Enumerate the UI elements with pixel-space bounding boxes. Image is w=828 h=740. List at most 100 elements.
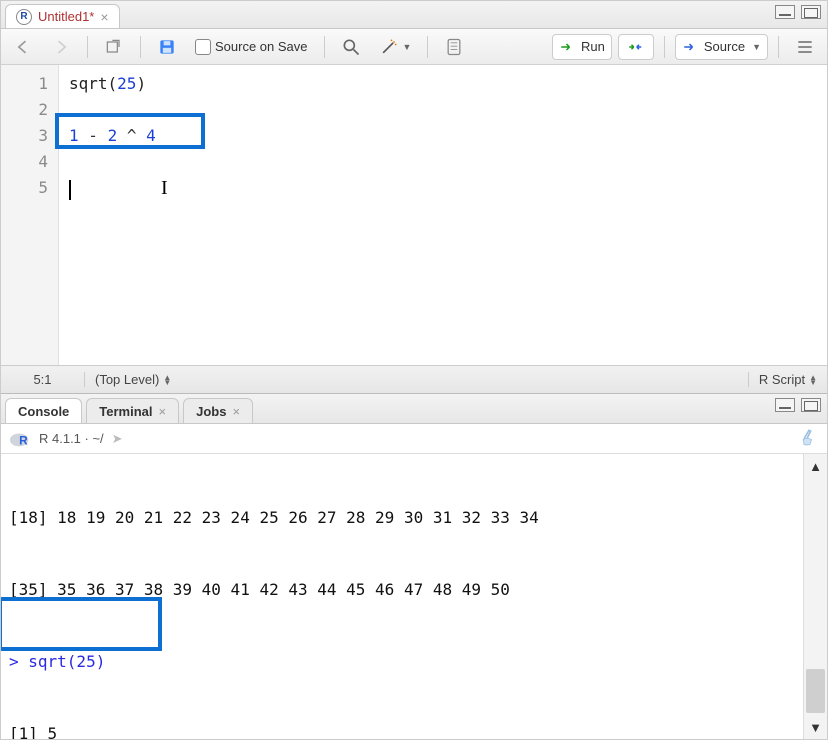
source-button[interactable]: Source ▼ — [675, 34, 768, 60]
r-file-icon: R — [16, 9, 32, 25]
line-number: 5 — [1, 175, 48, 201]
tab-label: Terminal — [99, 404, 152, 419]
close-icon[interactable]: × — [100, 10, 108, 24]
save-icon — [157, 37, 177, 57]
text-caret — [69, 180, 71, 200]
close-icon[interactable]: × — [159, 404, 167, 419]
tab-console[interactable]: Console — [5, 398, 82, 423]
send-to-source-icon[interactable]: ➤ — [112, 431, 123, 447]
outline-button[interactable] — [789, 34, 821, 60]
code-line: sqrt(25) — [69, 71, 827, 97]
ibeam-cursor-icon: I — [161, 175, 168, 201]
toolbar-separator — [324, 36, 325, 58]
console-info-text: R 4.1.1 · ~/ — [39, 431, 104, 446]
chevron-down-icon: ▼ — [403, 42, 412, 52]
code-token-num: 1 — [69, 126, 79, 145]
checkbox-icon — [195, 39, 211, 55]
code-line — [69, 149, 827, 175]
close-icon[interactable]: × — [232, 404, 240, 419]
editor-tab-title: Untitled1* — [38, 9, 94, 24]
find-button[interactable] — [335, 34, 367, 60]
editor-tab-untitled[interactable]: R Untitled1* × — [5, 4, 120, 28]
code-token-paren: ( — [108, 74, 118, 93]
editor-tabstrip: R Untitled1* × — [1, 1, 827, 29]
line-number: 3 — [1, 123, 48, 149]
code-token-fn: sqrt — [69, 74, 108, 93]
annotation-highlight — [1, 597, 162, 651]
chevron-down-icon: ▼ — [752, 42, 761, 52]
console-tabstrip: Console Terminal × Jobs × — [1, 394, 827, 424]
language-selector[interactable]: R Script ▲▼ — [748, 372, 827, 387]
nav-forward-button[interactable] — [45, 34, 77, 60]
scope-selector[interactable]: (Top Level) ▲▼ — [85, 372, 748, 387]
source-on-save-label: Source on Save — [215, 39, 308, 54]
sort-icon: ▲▼ — [163, 375, 171, 385]
toolbar-separator — [664, 36, 665, 58]
scroll-down-icon[interactable]: ▼ — [804, 715, 827, 739]
line-number: 2 — [1, 97, 48, 123]
console-line: > sqrt(25) — [9, 650, 795, 674]
save-button[interactable] — [151, 34, 183, 60]
code-token-op: ^ — [127, 126, 137, 145]
editor-toolbar: Source on Save ▼ Run Source ▼ — [1, 29, 827, 65]
sort-icon: ▲▼ — [809, 375, 817, 385]
search-icon — [341, 37, 361, 57]
scope-label: (Top Level) — [95, 372, 159, 387]
console-info-bar: R R 4.1.1 · ~/ ➤ — [1, 424, 827, 454]
scroll-up-icon[interactable]: ▲ — [804, 454, 827, 478]
code-token-num: 2 — [108, 126, 118, 145]
source-on-save-toggle[interactable]: Source on Save — [189, 36, 314, 58]
minimize-pane-icon[interactable] — [775, 5, 795, 19]
minimize-pane-icon[interactable] — [775, 398, 795, 412]
toolbar-separator — [427, 36, 428, 58]
tab-jobs[interactable]: Jobs × — [183, 398, 253, 423]
nav-back-button[interactable] — [7, 34, 39, 60]
code-token-num: 25 — [117, 74, 136, 93]
console-output[interactable]: [18] 18 19 20 21 22 23 24 25 26 27 28 29… — [1, 454, 803, 739]
notebook-icon — [444, 37, 464, 57]
run-arrow-icon — [559, 38, 577, 56]
toolbar-separator — [140, 36, 141, 58]
popout-icon — [104, 37, 124, 57]
tab-label: Console — [18, 404, 69, 419]
code-line: I — [69, 175, 827, 201]
source-label: Source — [704, 39, 745, 54]
outline-icon — [795, 37, 815, 57]
run-button[interactable]: Run — [552, 34, 612, 60]
toolbar-separator — [778, 36, 779, 58]
language-label: R Script — [759, 372, 805, 387]
line-number: 1 — [1, 71, 48, 97]
svg-text:R: R — [19, 433, 28, 447]
clear-console-icon[interactable] — [799, 427, 819, 450]
scroll-track[interactable] — [804, 478, 827, 715]
console-line: [18] 18 19 20 21 22 23 24 25 26 27 28 29… — [9, 506, 795, 530]
tab-terminal[interactable]: Terminal × — [86, 398, 179, 423]
maximize-pane-icon[interactable] — [801, 398, 821, 412]
vertical-scrollbar[interactable]: ▲ ▼ — [803, 454, 827, 739]
code-line — [69, 97, 827, 123]
console-line: [35] 35 36 37 38 39 40 41 42 43 44 45 46… — [9, 578, 795, 602]
console-pane: Console Terminal × Jobs × R R 4.1.1 · ~/… — [1, 394, 827, 739]
code-token-paren: ) — [136, 74, 146, 93]
console-pane-controls — [775, 398, 821, 412]
code-tools-button[interactable]: ▼ — [373, 34, 418, 60]
tab-label: Jobs — [196, 404, 226, 419]
show-in-new-window-button[interactable] — [98, 34, 130, 60]
rerun-button[interactable] — [618, 34, 654, 60]
toolbar-separator — [87, 36, 88, 58]
compile-report-button[interactable] — [438, 34, 470, 60]
editor-statusbar: 5:1 (Top Level) ▲▼ R Script ▲▼ — [1, 365, 827, 393]
scroll-thumb[interactable] — [806, 669, 825, 713]
line-gutter: 1 2 3 4 5 — [1, 65, 59, 365]
maximize-pane-icon[interactable] — [801, 5, 821, 19]
code-token-num: 4 — [146, 126, 156, 145]
arrow-left-icon — [13, 37, 33, 57]
run-label: Run — [581, 39, 605, 54]
editor-pane-controls — [775, 5, 821, 19]
wand-icon — [379, 37, 399, 57]
console-line: [1] 5 — [9, 722, 795, 739]
arrow-right-icon — [51, 37, 71, 57]
editor-body[interactable]: 1 2 3 4 5 sqrt(25) 1 - 2 ^ 4 I — [1, 65, 827, 365]
rerun-icon — [625, 38, 647, 56]
code-area[interactable]: sqrt(25) 1 - 2 ^ 4 I — [59, 65, 827, 365]
